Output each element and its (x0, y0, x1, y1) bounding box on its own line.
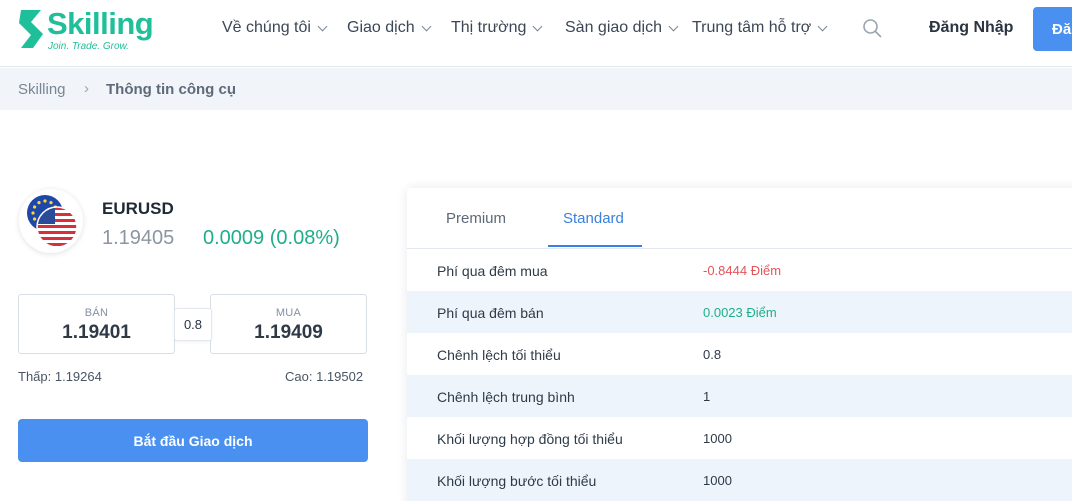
row-value: 0.0023 Điểm (703, 305, 777, 320)
row-label: Phí qua đêm bán (437, 305, 544, 321)
table-row: Chênh lệch tối thiểu 0.8 (407, 333, 1072, 375)
tab-premium[interactable]: Premium (446, 210, 506, 227)
table-row: Chênh lệch trung bình 1 (407, 375, 1072, 417)
breadcrumb-current: Thông tin công cụ (106, 81, 236, 98)
search-icon[interactable] (862, 18, 882, 38)
site-header: Skilling Join. Trade. Grow. Về chúng tôi… (0, 0, 1072, 67)
row-label: Khối lượng bước tối thiểu (437, 473, 597, 489)
nav-platforms[interactable]: Sàn giao dịch (565, 18, 679, 38)
row-value: 1000 (703, 431, 732, 446)
skilling-s-icon (19, 10, 43, 48)
nav-support[interactable]: Trung tâm hỗ trợ (692, 18, 828, 38)
table-row: Khối lượng bước tối thiểu 1000 (407, 459, 1072, 501)
buy-quote-box[interactable]: MUA 1.19409 (210, 294, 367, 354)
row-label: Khối lượng hợp đồng tối thiểu (437, 431, 623, 447)
currency-pair-flags (19, 189, 83, 253)
nav-about-label: Về chúng tôi (222, 19, 311, 36)
nav-markets-label: Thị trường (451, 19, 527, 36)
day-low: Thấp: 1.19264 (18, 369, 102, 384)
tab-standard[interactable]: Standard (563, 210, 624, 227)
nav-support-label: Trung tâm hỗ trợ (692, 19, 812, 36)
day-high: Cao: 1.19502 (285, 369, 364, 384)
nav-trading-label: Giao dịch (347, 19, 415, 36)
chevron-down-icon (317, 21, 328, 31)
table-row: Phí qua đêm bán 0.0023 Điểm (407, 291, 1072, 333)
buy-label: MUA (275, 307, 302, 319)
sell-label: BÁN (84, 307, 109, 319)
row-label: Phí qua đêm mua (437, 263, 548, 279)
eu-us-flag-icon (27, 195, 78, 248)
instrument-symbol: EURUSD (102, 199, 174, 218)
chevron-down-icon (668, 21, 679, 31)
instrument-change: 0.0009 (0.08%) (203, 227, 340, 249)
nav-markets[interactable]: Thị trường (451, 18, 543, 38)
chevron-down-icon (817, 21, 828, 31)
row-value: 1000 (703, 473, 732, 488)
register-button[interactable]: Đă (1033, 7, 1072, 51)
table-row: Phí qua đêm mua -0.8444 Điểm (407, 249, 1072, 291)
instrument-price: 1.19405 (102, 227, 175, 249)
buy-value: 1.19409 (254, 322, 323, 343)
instrument-details-card: Premium Standard Phí qua đêm mua -0.8444… (407, 188, 1072, 501)
logo-wordmark: Skilling (47, 6, 154, 41)
table-row: Khối lượng hợp đồng tối thiểu 1000 (407, 417, 1072, 459)
active-tab-indicator (548, 245, 642, 247)
spread-badge: 0.8 (174, 308, 212, 341)
row-label: Chênh lệch tối thiểu (437, 347, 561, 363)
account-type-tabs: Premium Standard (407, 188, 1072, 249)
breadcrumb-separator: › (84, 80, 89, 97)
start-trading-button[interactable]: Bắt đầu Giao dịch (18, 419, 368, 462)
skilling-logo[interactable]: Skilling Join. Trade. Grow. (17, 6, 157, 54)
login-link[interactable]: Đăng Nhập (929, 19, 1013, 37)
nav-platforms-label: Sàn giao dịch (565, 19, 662, 36)
chevron-down-icon (533, 21, 543, 31)
nav-about[interactable]: Về chúng tôi (222, 18, 328, 38)
row-value: 0.8 (703, 347, 722, 362)
row-label: Chênh lệch trung bình (437, 389, 575, 405)
row-value: 1 (703, 389, 711, 404)
sell-quote-box[interactable]: BÁN 1.19401 (18, 294, 175, 354)
nav-trading[interactable]: Giao dịch (347, 18, 432, 38)
breadcrumb-home[interactable]: Skilling (18, 81, 66, 98)
breadcrumb: Skilling › Thông tin công cụ (0, 68, 1072, 110)
row-value: -0.8444 Điểm (703, 263, 782, 278)
logo-tagline: Join. Trade. Grow. (48, 41, 129, 52)
chevron-down-icon (421, 21, 432, 31)
sell-value: 1.19401 (62, 322, 131, 343)
